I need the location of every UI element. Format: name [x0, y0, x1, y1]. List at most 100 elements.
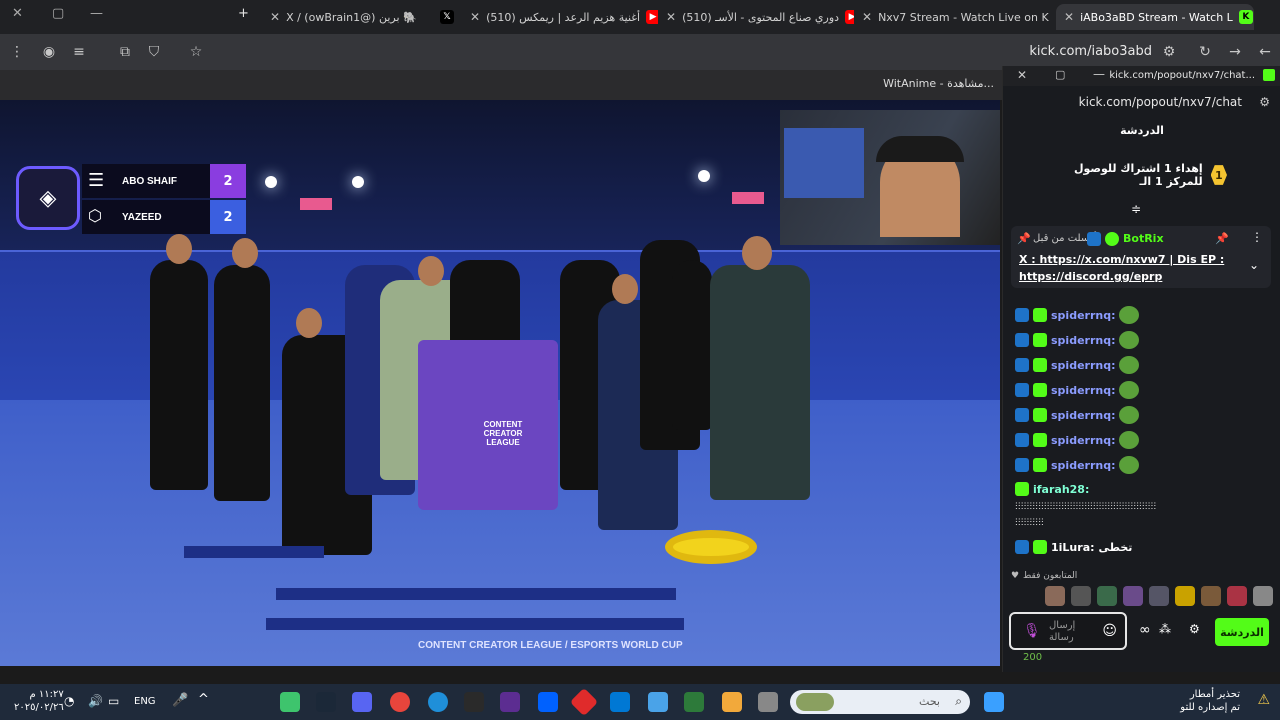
chat-username[interactable]: spiderrnq:: [1051, 459, 1115, 472]
emoji-icon[interactable]: ☺: [1102, 623, 1117, 639]
chat-username[interactable]: spiderrnq:: [1051, 359, 1115, 372]
person: [150, 260, 208, 490]
neon-sign: [300, 198, 332, 210]
reload-icon[interactable]: ↻: [1196, 43, 1214, 61]
avatar[interactable]: [1097, 586, 1117, 606]
volume-icon[interactable]: 🔊: [88, 694, 103, 708]
tab-close-icon[interactable]: ✕: [1064, 10, 1074, 24]
new-tab-icon[interactable]: +: [238, 6, 249, 21]
pinned-text-line1[interactable]: X : https://x.com/nxvw7 | Dis EP :: [1019, 253, 1224, 266]
extensions-icon[interactable]: ⧉: [116, 43, 134, 61]
tab-close-icon[interactable]: ✕: [666, 10, 676, 24]
tab-close-icon[interactable]: ✕: [270, 10, 280, 24]
app-icon-terminal[interactable]: [684, 692, 704, 712]
chat-message: spiderrnq:: [1015, 431, 1140, 449]
language-indicator[interactable]: ENG: [134, 696, 156, 707]
more-options-icon[interactable]: ⋮: [1251, 230, 1263, 244]
search-highlight-image: [796, 693, 834, 711]
subscription-goal[interactable]: 1 إهداء 1 اشتراك للوصول للمركز 1 الـ: [1057, 162, 1227, 188]
outlook-icon[interactable]: [610, 692, 630, 712]
minimize-popup-icon[interactable]: —: [1093, 67, 1105, 81]
maximize-window-icon[interactable]: ▢: [52, 6, 64, 21]
forward-icon[interactable]: →: [1226, 43, 1244, 61]
chat-input[interactable]: 🎙 إرسال رسالة ☺: [1009, 612, 1127, 650]
copilot-icon[interactable]: [722, 692, 742, 712]
video-player[interactable]: CONTENT CREATOR LEAGUE ◈ ☰ ABO SHAIF 2 ⬡…: [0, 100, 1000, 666]
close-window-icon[interactable]: ✕: [12, 6, 23, 21]
tab-youtube-2[interactable]: ✕ (510) دوري صناع المحتوى - الأسـ ▶: [658, 4, 854, 30]
avatar[interactable]: [1253, 586, 1273, 606]
close-popup-icon[interactable]: ✕: [1017, 68, 1027, 82]
pepe-emote-icon: [1119, 381, 1140, 399]
maximize-popup-icon[interactable]: ▢: [1055, 68, 1065, 81]
chat-username[interactable]: spiderrnq:: [1051, 309, 1115, 322]
tune-icon[interactable]: ⚙: [1259, 95, 1270, 109]
app-icon-green[interactable]: [280, 692, 300, 712]
chevron-down-icon[interactable]: ⌄: [1249, 258, 1259, 272]
chat-username[interactable]: spiderrnq:: [1051, 334, 1115, 347]
visual-studio-icon[interactable]: [500, 692, 520, 712]
avatar[interactable]: [1045, 586, 1065, 606]
team2-logo-icon: ⬡: [88, 206, 102, 225]
avatar[interactable]: [1071, 586, 1091, 606]
microphone-icon[interactable]: 🎤: [172, 693, 188, 708]
app-icon-red[interactable]: [569, 687, 599, 717]
bookmark-star-icon[interactable]: ☆: [187, 43, 205, 61]
chat-title: الدردشة: [1120, 124, 1164, 137]
chevron-up-icon[interactable]: ^: [198, 692, 209, 707]
channel-points: 200: [1023, 652, 1043, 663]
tab-kick-nxv7[interactable]: ✕ Nxv7 Stream - Watch Live on K K: [854, 4, 1054, 30]
pinned-text-line2[interactable]: https://discord.gg/eprp: [1019, 270, 1162, 283]
kick-icon: K: [1238, 10, 1253, 24]
avatar[interactable]: [1149, 586, 1169, 606]
tab-close-icon[interactable]: ✕: [470, 10, 480, 24]
pinned-user[interactable]: BotRix: [1123, 232, 1164, 245]
network-icon[interactable]: ▭: [108, 694, 119, 708]
bookmark-witanime[interactable]: WitAnime - مشاهدة...: [883, 77, 994, 90]
send-chat-button[interactable]: الدردشة: [1215, 618, 1269, 646]
moderator-badge-icon: [1015, 458, 1029, 472]
avatar[interactable]: [1227, 586, 1247, 606]
chat-username[interactable]: ifarah28:: [1033, 483, 1089, 496]
tab-x[interactable]: ✕ X / (owBrain1@) برين 🐘 𝕏: [262, 4, 462, 30]
tab-kick-iabo3abd[interactable]: ✕ iABo3aBD Stream - Watch L K: [1056, 4, 1254, 30]
back-icon[interactable]: ←: [1256, 43, 1274, 61]
address-bar[interactable]: kick.com/iabo3abd: [1029, 44, 1152, 59]
avatar[interactable]: [1175, 586, 1195, 606]
steam-icon[interactable]: [316, 692, 336, 712]
chat-username[interactable]: spiderrnq:: [1051, 434, 1115, 447]
chat-username[interactable]: 1iLura:: [1051, 541, 1095, 554]
epic-games-icon[interactable]: [464, 692, 484, 712]
avatar[interactable]: [1123, 586, 1143, 606]
points-icon[interactable]: ⁂: [1159, 622, 1171, 636]
unpin-icon[interactable]: 📌: [1215, 232, 1229, 245]
minimize-window-icon[interactable]: —: [90, 6, 103, 21]
weather-widget[interactable]: تحذير أمطار تم إصداره للتو: [1180, 688, 1240, 714]
discord-icon[interactable]: [352, 692, 372, 712]
file-explorer-icon[interactable]: [758, 692, 778, 712]
taskbar-search[interactable]: بحث ⌕: [790, 690, 970, 714]
extension-icon[interactable]: ◉: [40, 43, 58, 61]
chat-username[interactable]: spiderrnq:: [1051, 384, 1115, 397]
reader-icon[interactable]: ≡: [70, 43, 88, 61]
shield-icon[interactable]: ⛉: [145, 43, 163, 61]
notification-icon[interactable]: ◔: [64, 694, 74, 708]
tab-close-icon[interactable]: ✕: [862, 10, 872, 24]
heart-icon: ♥: [1011, 571, 1020, 581]
system-clock[interactable]: ١١:٢٧ م ٢٠٢٥/٠٢/٢٦: [14, 688, 64, 714]
filter-icon[interactable]: ≑: [1131, 202, 1141, 216]
avatar[interactable]: [1201, 586, 1221, 606]
store-icon[interactable]: [648, 692, 668, 712]
tune-icon[interactable]: ⚙: [1160, 43, 1178, 61]
settings-gear-icon[interactable]: ⚙: [1189, 622, 1200, 636]
windows-start-icon[interactable]: [984, 692, 1004, 712]
menu-dots-icon[interactable]: ⋮: [8, 43, 26, 61]
tab-youtube-1[interactable]: ✕ (510) أغنية هزيم الرعد | ريمكس ▶: [462, 4, 658, 30]
chrome-icon[interactable]: [390, 692, 410, 712]
infinity-icon[interactable]: ∞: [1139, 622, 1151, 638]
dropbox-icon[interactable]: [538, 692, 558, 712]
person-head: [166, 234, 192, 264]
microphone-icon[interactable]: 🎙: [1023, 623, 1041, 639]
chat-username[interactable]: spiderrnq:: [1051, 409, 1115, 422]
edge-icon[interactable]: [428, 692, 448, 712]
